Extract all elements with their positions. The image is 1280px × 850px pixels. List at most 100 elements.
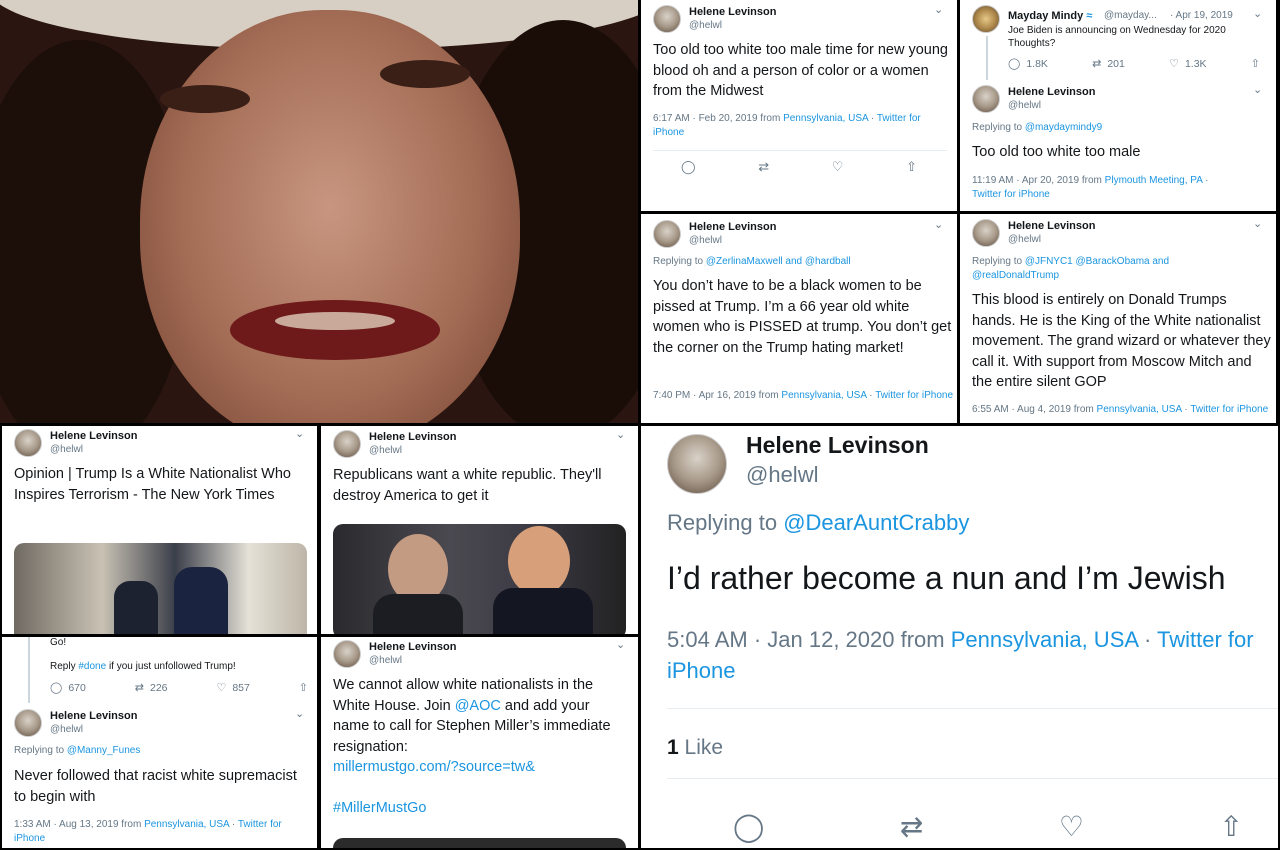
- author-name[interactable]: Helene Levinson: [369, 641, 456, 653]
- chevron-down-icon[interactable]: ⌄: [295, 707, 304, 720]
- parent-handle[interactable]: @mayday...: [1104, 10, 1157, 21]
- mention-link[interactable]: @AOC: [455, 698, 501, 714]
- replying-to: Replying to @ZerlinaMaxwell and @hardbal…: [653, 256, 851, 267]
- client-link[interactable]: Twitter for iPhone: [1190, 404, 1268, 415]
- link-card-image[interactable]: [333, 838, 626, 848]
- avatar[interactable]: [653, 5, 681, 33]
- tweet-card-3[interactable]: Helene Levinson @helwl ⌄ Replying to @Ze…: [641, 214, 957, 423]
- heart-icon[interactable]: ♡ 857: [216, 681, 249, 695]
- location-link[interactable]: Pennsylvania, USA: [951, 627, 1138, 652]
- author-handle[interactable]: @helwl: [1008, 100, 1041, 111]
- avatar[interactable]: [653, 220, 681, 248]
- chevron-down-icon[interactable]: ⌄: [616, 638, 625, 651]
- author-name[interactable]: Helene Levinson: [689, 221, 776, 233]
- author-name[interactable]: Helene Levinson: [746, 432, 929, 459]
- author-name[interactable]: Helene Levinson: [369, 431, 456, 443]
- share-icon[interactable]: ⇧: [906, 159, 917, 175]
- tweet-card-8[interactable]: Helene Levinson @helwl ⌄ We cannot allow…: [321, 637, 638, 848]
- mention-link[interactable]: @DearAuntCrabby: [783, 510, 969, 535]
- tweet-card-5[interactable]: Helene Levinson @helwl ⌄ Opinion | Trump…: [2, 426, 317, 634]
- hashtag-link[interactable]: #done: [78, 661, 106, 672]
- right-eye: [380, 60, 470, 88]
- left-eye: [160, 85, 250, 113]
- author-handle[interactable]: @helwl: [689, 20, 722, 31]
- news-photo[interactable]: [333, 524, 626, 634]
- tweet-text: You don’t have to be a black women to be…: [653, 278, 952, 356]
- replying-to: Replying to @Manny_Funes: [14, 745, 141, 756]
- avatar[interactable]: [972, 85, 1000, 113]
- retweet-icon[interactable]: ⇄: [900, 810, 923, 843]
- chevron-down-icon[interactable]: ⌄: [934, 218, 943, 231]
- author-handle[interactable]: @helwl: [746, 462, 818, 488]
- author-handle[interactable]: @helwl: [50, 444, 83, 455]
- tweet-card-1[interactable]: Helene Levinson @helwl ⌄ Too old too whi…: [641, 0, 957, 211]
- author-name[interactable]: Helene Levinson: [50, 710, 137, 722]
- client-link[interactable]: Twitter for iPhone: [972, 189, 1050, 200]
- location-link[interactable]: Pennsylvania, USA: [1097, 404, 1182, 415]
- author-handle[interactable]: @helwl: [689, 235, 722, 246]
- face-right: [508, 526, 570, 596]
- avatar[interactable]: [333, 430, 361, 458]
- author-name[interactable]: Helene Levinson: [1008, 86, 1095, 98]
- author-name[interactable]: Helene Levinson: [1008, 220, 1095, 232]
- reply-icon[interactable]: ◯ 670: [50, 681, 86, 695]
- chevron-down-icon[interactable]: ⌄: [616, 428, 625, 441]
- location-link[interactable]: Plymouth Meeting, PA: [1105, 175, 1203, 186]
- share-icon[interactable]: ⇧: [1251, 57, 1260, 70]
- avatar[interactable]: [667, 434, 727, 494]
- reply-icon[interactable]: ◯: [733, 810, 764, 843]
- tweet-text: We cannot allow white nationalists in th…: [333, 677, 611, 816]
- retweet-icon[interactable]: ⇄ 226: [135, 681, 168, 695]
- author-name[interactable]: Helene Levinson: [50, 430, 137, 442]
- suit-left: [373, 594, 463, 634]
- client-link[interactable]: Twitter for iPhone: [875, 390, 953, 401]
- parent-author-name[interactable]: Mayday Mindy ≈: [1008, 10, 1092, 22]
- tweet-card-4[interactable]: Helene Levinson @helwl ⌄ Replying to @JF…: [960, 214, 1276, 423]
- chevron-down-icon[interactable]: ⌄: [1253, 83, 1262, 96]
- retweet-icon[interactable]: ⇄: [758, 159, 769, 175]
- share-icon[interactable]: ⇧: [1220, 810, 1243, 843]
- author-handle[interactable]: @helwl: [1008, 234, 1041, 245]
- retweet-icon[interactable]: ⇄ 201: [1092, 57, 1125, 71]
- chevron-down-icon[interactable]: ⌄: [1253, 217, 1262, 230]
- reply-icon[interactable]: ◯ 1.8K: [1008, 57, 1048, 71]
- tweet-card-7[interactable]: Go! Reply #done if you just unfollowed T…: [2, 637, 317, 848]
- author-handle[interactable]: @helwl: [50, 724, 83, 735]
- parent-avatar[interactable]: [972, 5, 1000, 33]
- likes-count[interactable]: 1 Like: [667, 736, 723, 760]
- mention-link[interactable]: @Manny_Funes: [67, 745, 141, 756]
- tweet-meta: 6:55 AM · Aug 4, 2019 from Pennsylvania,…: [972, 404, 1269, 415]
- chevron-down-icon[interactable]: ⌄: [934, 3, 943, 16]
- chevron-down-icon[interactable]: ⌄: [295, 427, 304, 440]
- avatar[interactable]: [333, 640, 361, 668]
- replying-to: Replying to @DearAuntCrabby: [667, 510, 970, 535]
- author-name[interactable]: Helene Levinson: [689, 6, 776, 18]
- reply-icon[interactable]: ◯: [681, 159, 696, 175]
- parent-action-bar: ◯ 1.8K ⇄ 201 ♡ 1.3K ⇧: [1008, 57, 1260, 71]
- avatar[interactable]: [14, 709, 42, 737]
- share-icon[interactable]: ⇧: [299, 681, 308, 694]
- heart-icon[interactable]: ♡: [832, 159, 844, 175]
- chevron-down-icon[interactable]: ⌄: [1253, 7, 1262, 20]
- avatar[interactable]: [972, 219, 1000, 247]
- tweet-card-6[interactable]: Helene Levinson @helwl ⌄ Republicans wan…: [321, 426, 638, 634]
- tweet-text: I’d rather become a nun and I’m Jewish: [667, 560, 1226, 596]
- mention-link[interactable]: @ZerlinaMaxwell and @hardball: [706, 256, 851, 267]
- url-link[interactable]: millermustgo.com/?source=tw&: [333, 759, 535, 775]
- location-link[interactable]: Pennsylvania, USA: [781, 390, 866, 401]
- hashtag-link[interactable]: #MillerMustGo: [333, 800, 426, 816]
- author-handle[interactable]: @helwl: [369, 655, 402, 666]
- parent-date: · Apr 19, 2019: [1170, 10, 1233, 21]
- article-image[interactable]: [14, 543, 307, 634]
- heart-icon[interactable]: ♡: [1059, 810, 1084, 843]
- tweet-card-2[interactable]: Mayday Mindy ≈ @mayday... · Apr 19, 2019…: [960, 0, 1276, 211]
- location-link[interactable]: Pennsylvania, USA: [144, 819, 229, 830]
- location-link[interactable]: Pennsylvania, USA: [783, 113, 868, 124]
- heart-icon[interactable]: ♡ 1.3K: [1169, 57, 1206, 71]
- author-handle[interactable]: @helwl: [369, 445, 402, 456]
- avatar[interactable]: [14, 429, 42, 457]
- tweet-meta: 1:33 AM · Aug 13, 2019 from Pennsylvania…: [14, 819, 282, 844]
- tweet-text: This blood is entirely on Donald Trumps …: [972, 292, 1271, 390]
- tweet-card-9[interactable]: Helene Levinson @helwl Replying to @Dear…: [641, 426, 1278, 848]
- mention-link[interactable]: @maydaymindy9: [1025, 122, 1102, 133]
